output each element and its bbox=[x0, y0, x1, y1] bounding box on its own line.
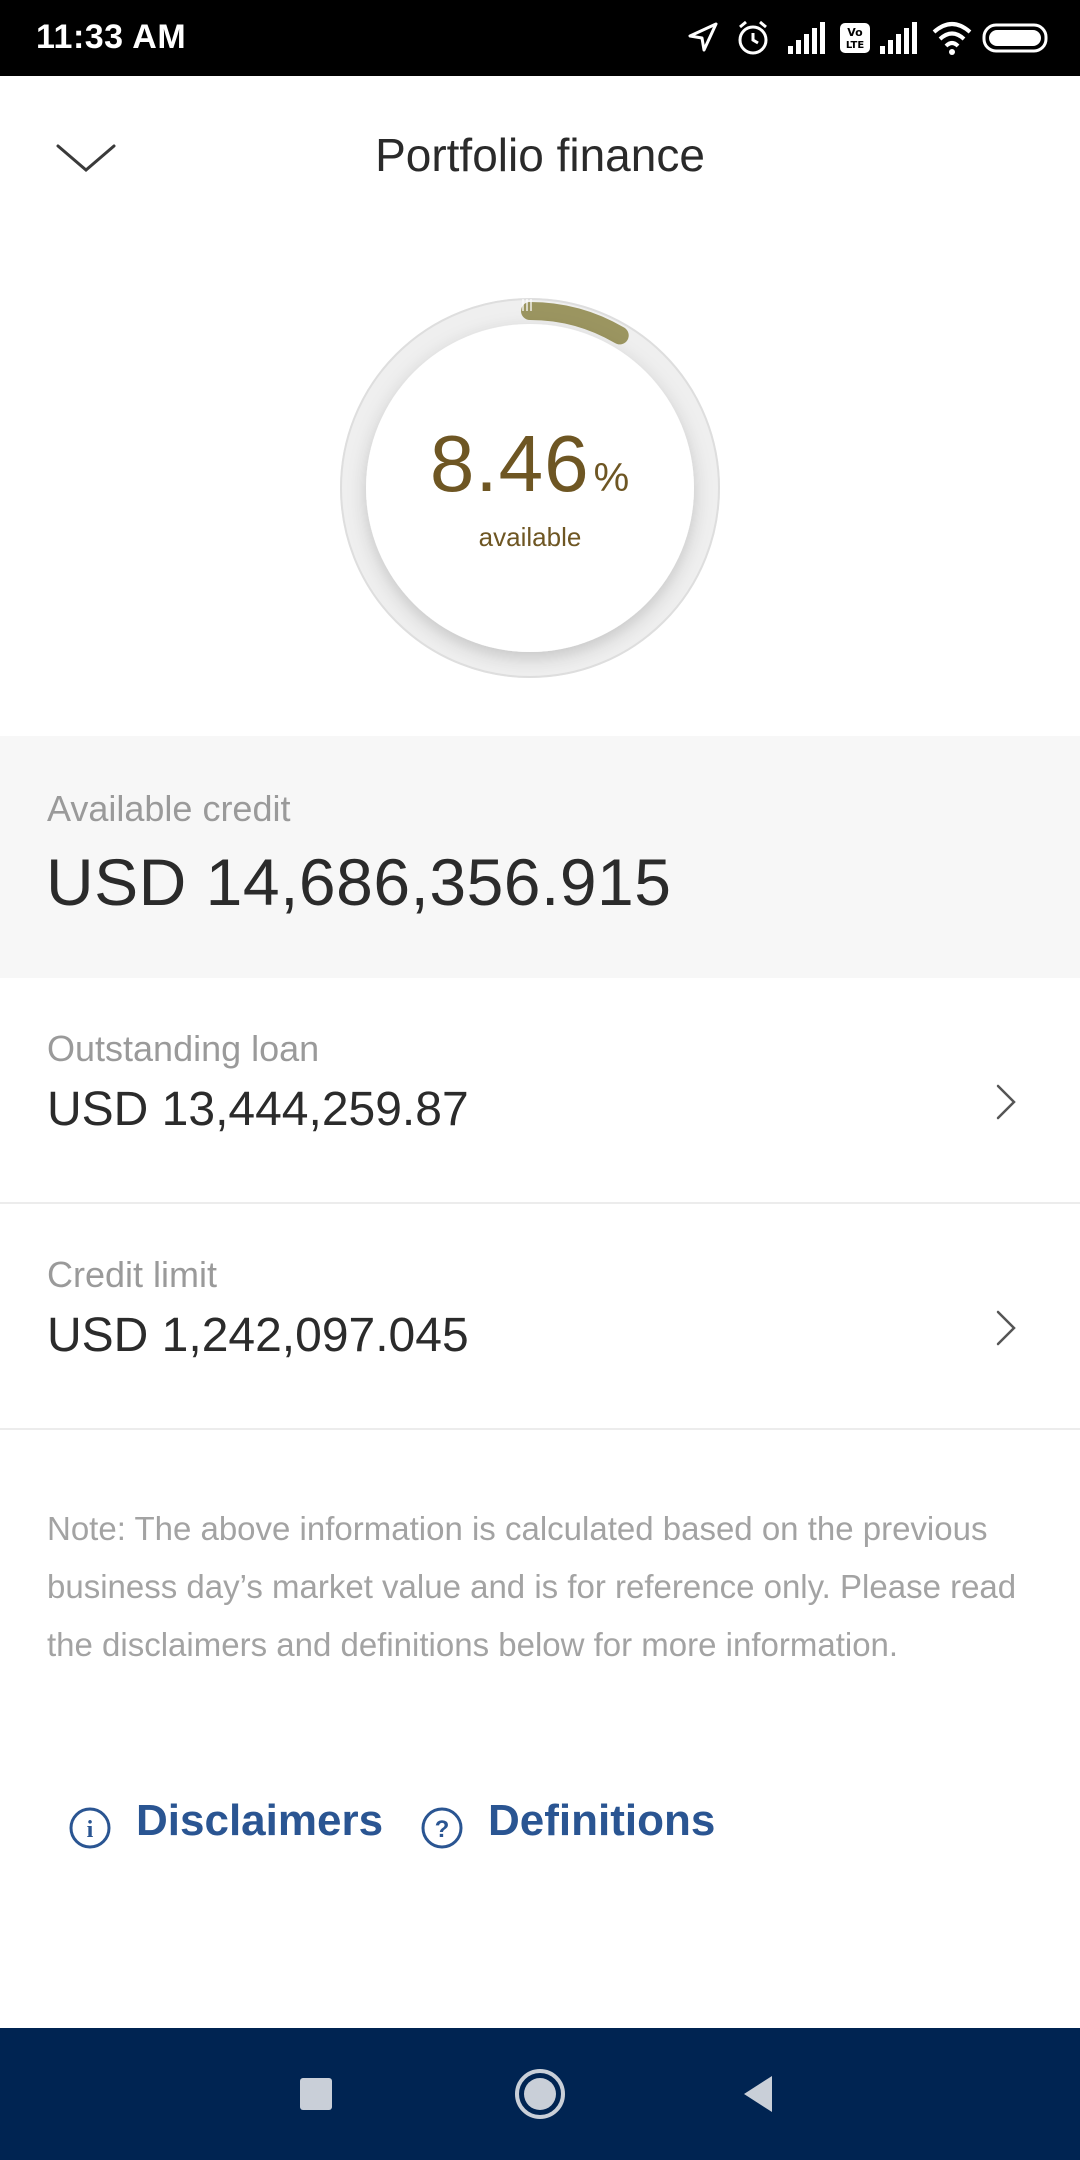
availability-gauge: 8.46% available bbox=[330, 288, 730, 688]
svg-text:LTE: LTE bbox=[846, 40, 865, 51]
alarm-icon bbox=[738, 20, 768, 55]
navigation-bar bbox=[0, 2028, 1080, 2160]
gauge-unit: % bbox=[593, 456, 631, 500]
info-glyph: i bbox=[87, 1817, 94, 1843]
outstanding-loan-row[interactable]: Outstanding loan USD 13,444,259.87 bbox=[0, 978, 1080, 1204]
credit-limit-value: USD 1,242,097.045 bbox=[47, 1309, 469, 1362]
back-button[interactable] bbox=[730, 2064, 790, 2124]
status-time: 11:33 AM bbox=[36, 18, 187, 56]
status-bar: 11:33 AM Vo LTE bbox=[0, 0, 1080, 76]
location-arrow-icon bbox=[688, 22, 718, 52]
gauge-value: 8.46% bbox=[330, 418, 730, 510]
available-credit-label: Available credit bbox=[47, 788, 291, 829]
chevron-right-icon bbox=[996, 1310, 1016, 1346]
available-credit-panel: Available credit USD 14,686,356.915 bbox=[0, 736, 1080, 978]
svg-text:Vo: Vo bbox=[847, 26, 863, 39]
gauge-caption: available bbox=[478, 522, 582, 552]
credit-limit-row[interactable]: Credit limit USD 1,242,097.045 bbox=[0, 1204, 1080, 1430]
home-icon bbox=[515, 2069, 565, 2119]
gauge-number: 8.46 bbox=[429, 419, 590, 508]
volte-icon: Vo LTE bbox=[840, 23, 870, 53]
wifi-icon bbox=[932, 22, 972, 55]
disclaimer-note: Note: The above information is calculate… bbox=[47, 1510, 1017, 1663]
outstanding-loan-label: Outstanding loan bbox=[47, 1028, 320, 1069]
disclaimers-label: Disclaimers bbox=[136, 1796, 384, 1845]
chevron-right-icon bbox=[996, 1084, 1016, 1120]
recent-apps-icon bbox=[300, 2078, 332, 2110]
signal-icon bbox=[788, 22, 825, 54]
home-button[interactable] bbox=[510, 2064, 570, 2124]
recent-apps-button[interactable] bbox=[286, 2064, 346, 2124]
header: Portfolio finance bbox=[0, 76, 1080, 236]
available-credit-value: USD 14,686,356.915 bbox=[46, 845, 672, 919]
signal-icon bbox=[880, 22, 917, 54]
credit-limit-label: Credit limit bbox=[47, 1254, 218, 1295]
page-title: Portfolio finance bbox=[375, 129, 705, 181]
outstanding-loan-value: USD 13,444,259.87 bbox=[47, 1083, 469, 1136]
definitions-label: Definitions bbox=[488, 1796, 716, 1845]
battery-icon bbox=[982, 23, 1048, 53]
help-icon: ? bbox=[421, 1807, 463, 1849]
status-icons: Vo LTE bbox=[686, 18, 1048, 58]
help-glyph: ? bbox=[435, 1816, 450, 1843]
back-icon bbox=[744, 2076, 772, 2112]
info-icon: i bbox=[69, 1807, 111, 1849]
